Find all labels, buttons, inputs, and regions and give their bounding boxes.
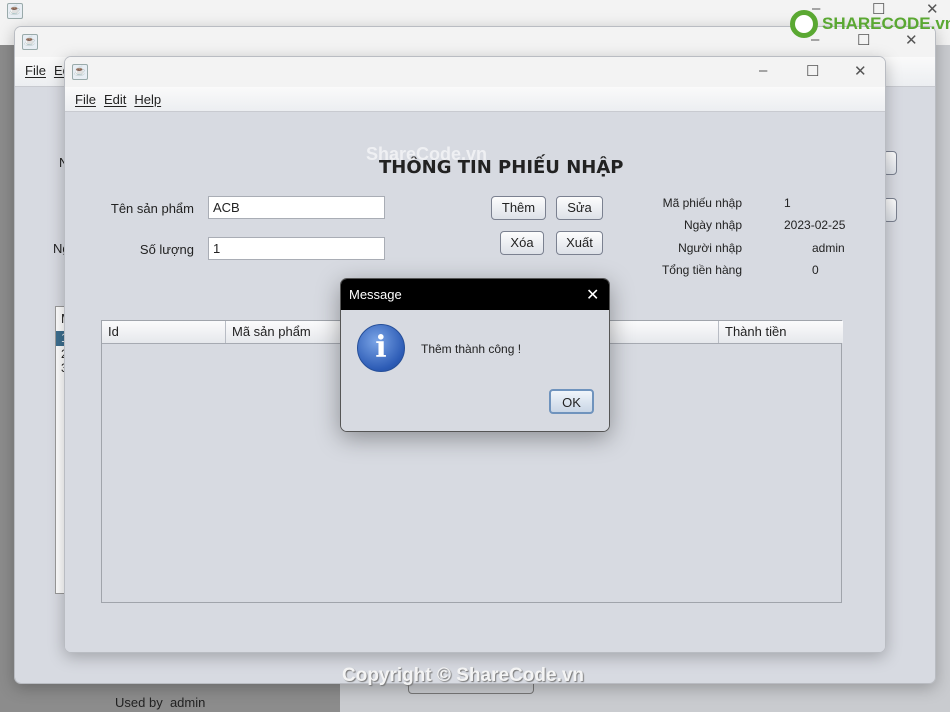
total-label: Tổng tiền hàng	[661, 263, 742, 277]
close-button[interactable]: ✕	[854, 62, 867, 80]
menu-bar: File Edit Help	[65, 87, 885, 112]
used-by: Used by admin	[115, 695, 205, 710]
used-by-value: admin	[169, 695, 206, 710]
quantity-input[interactable]: 1	[208, 237, 385, 260]
sharecode-logo: SHARECODE.vn	[790, 10, 950, 38]
java-icon: ☕	[7, 3, 23, 19]
used-by-label: Used by	[115, 695, 163, 710]
receipt-id-label: Mã phiếu nhập	[662, 196, 742, 210]
ok-button[interactable]: OK	[549, 389, 594, 414]
total-value: 0	[812, 263, 819, 277]
export-button[interactable]: Xuất	[556, 231, 603, 255]
menu-file[interactable]: File	[25, 63, 46, 78]
logo-text: SHARECODE.vn	[822, 14, 950, 33]
date-label: Ngày nhập	[683, 218, 742, 232]
watermark-bottom: Copyright © ShareCode.vn	[342, 665, 585, 686]
maximize-button[interactable]: ☐	[806, 62, 819, 80]
dialog-message: Thêm thành công !	[421, 342, 522, 356]
dialog-title: Message	[349, 287, 402, 302]
java-icon: ☕	[72, 64, 88, 80]
importer-label: Người nhập	[678, 241, 742, 255]
edit-button[interactable]: Sửa	[556, 196, 603, 220]
column-price[interactable]: á	[596, 321, 719, 343]
message-dialog: Message ✕ i Thêm thành công ! OK	[340, 278, 610, 432]
quantity-label: Số lượng	[139, 242, 194, 257]
column-id[interactable]: Id	[102, 321, 226, 343]
delete-button[interactable]: Xóa	[500, 231, 544, 255]
column-product-code[interactable]: Mã sản phẩm	[226, 321, 351, 343]
logo-icon	[790, 10, 818, 38]
close-icon[interactable]: ✕	[586, 285, 599, 305]
menu-help[interactable]: Help	[134, 92, 161, 107]
info-icon: i	[357, 324, 405, 372]
title-bar: ☕ – ☐ ✕	[65, 57, 885, 87]
menu-edit[interactable]: Edit	[104, 92, 126, 107]
watermark-top: ShareCode.vn	[366, 144, 488, 164]
importer-value: admin	[812, 241, 845, 255]
product-name-input[interactable]: ACB	[208, 196, 385, 219]
dialog-title-bar: Message ✕	[341, 279, 609, 310]
menu-file[interactable]: File	[75, 92, 96, 107]
date-value: 2023-02-25	[784, 218, 846, 232]
receipt-id-value: 1	[784, 196, 791, 210]
column-amount[interactable]: Thành tiền	[719, 321, 843, 343]
minimize-button[interactable]: –	[759, 62, 767, 79]
product-name-label: Tên sản phẩm	[110, 201, 194, 216]
java-icon: ☕	[22, 34, 38, 50]
add-button[interactable]: Thêm	[491, 196, 546, 220]
